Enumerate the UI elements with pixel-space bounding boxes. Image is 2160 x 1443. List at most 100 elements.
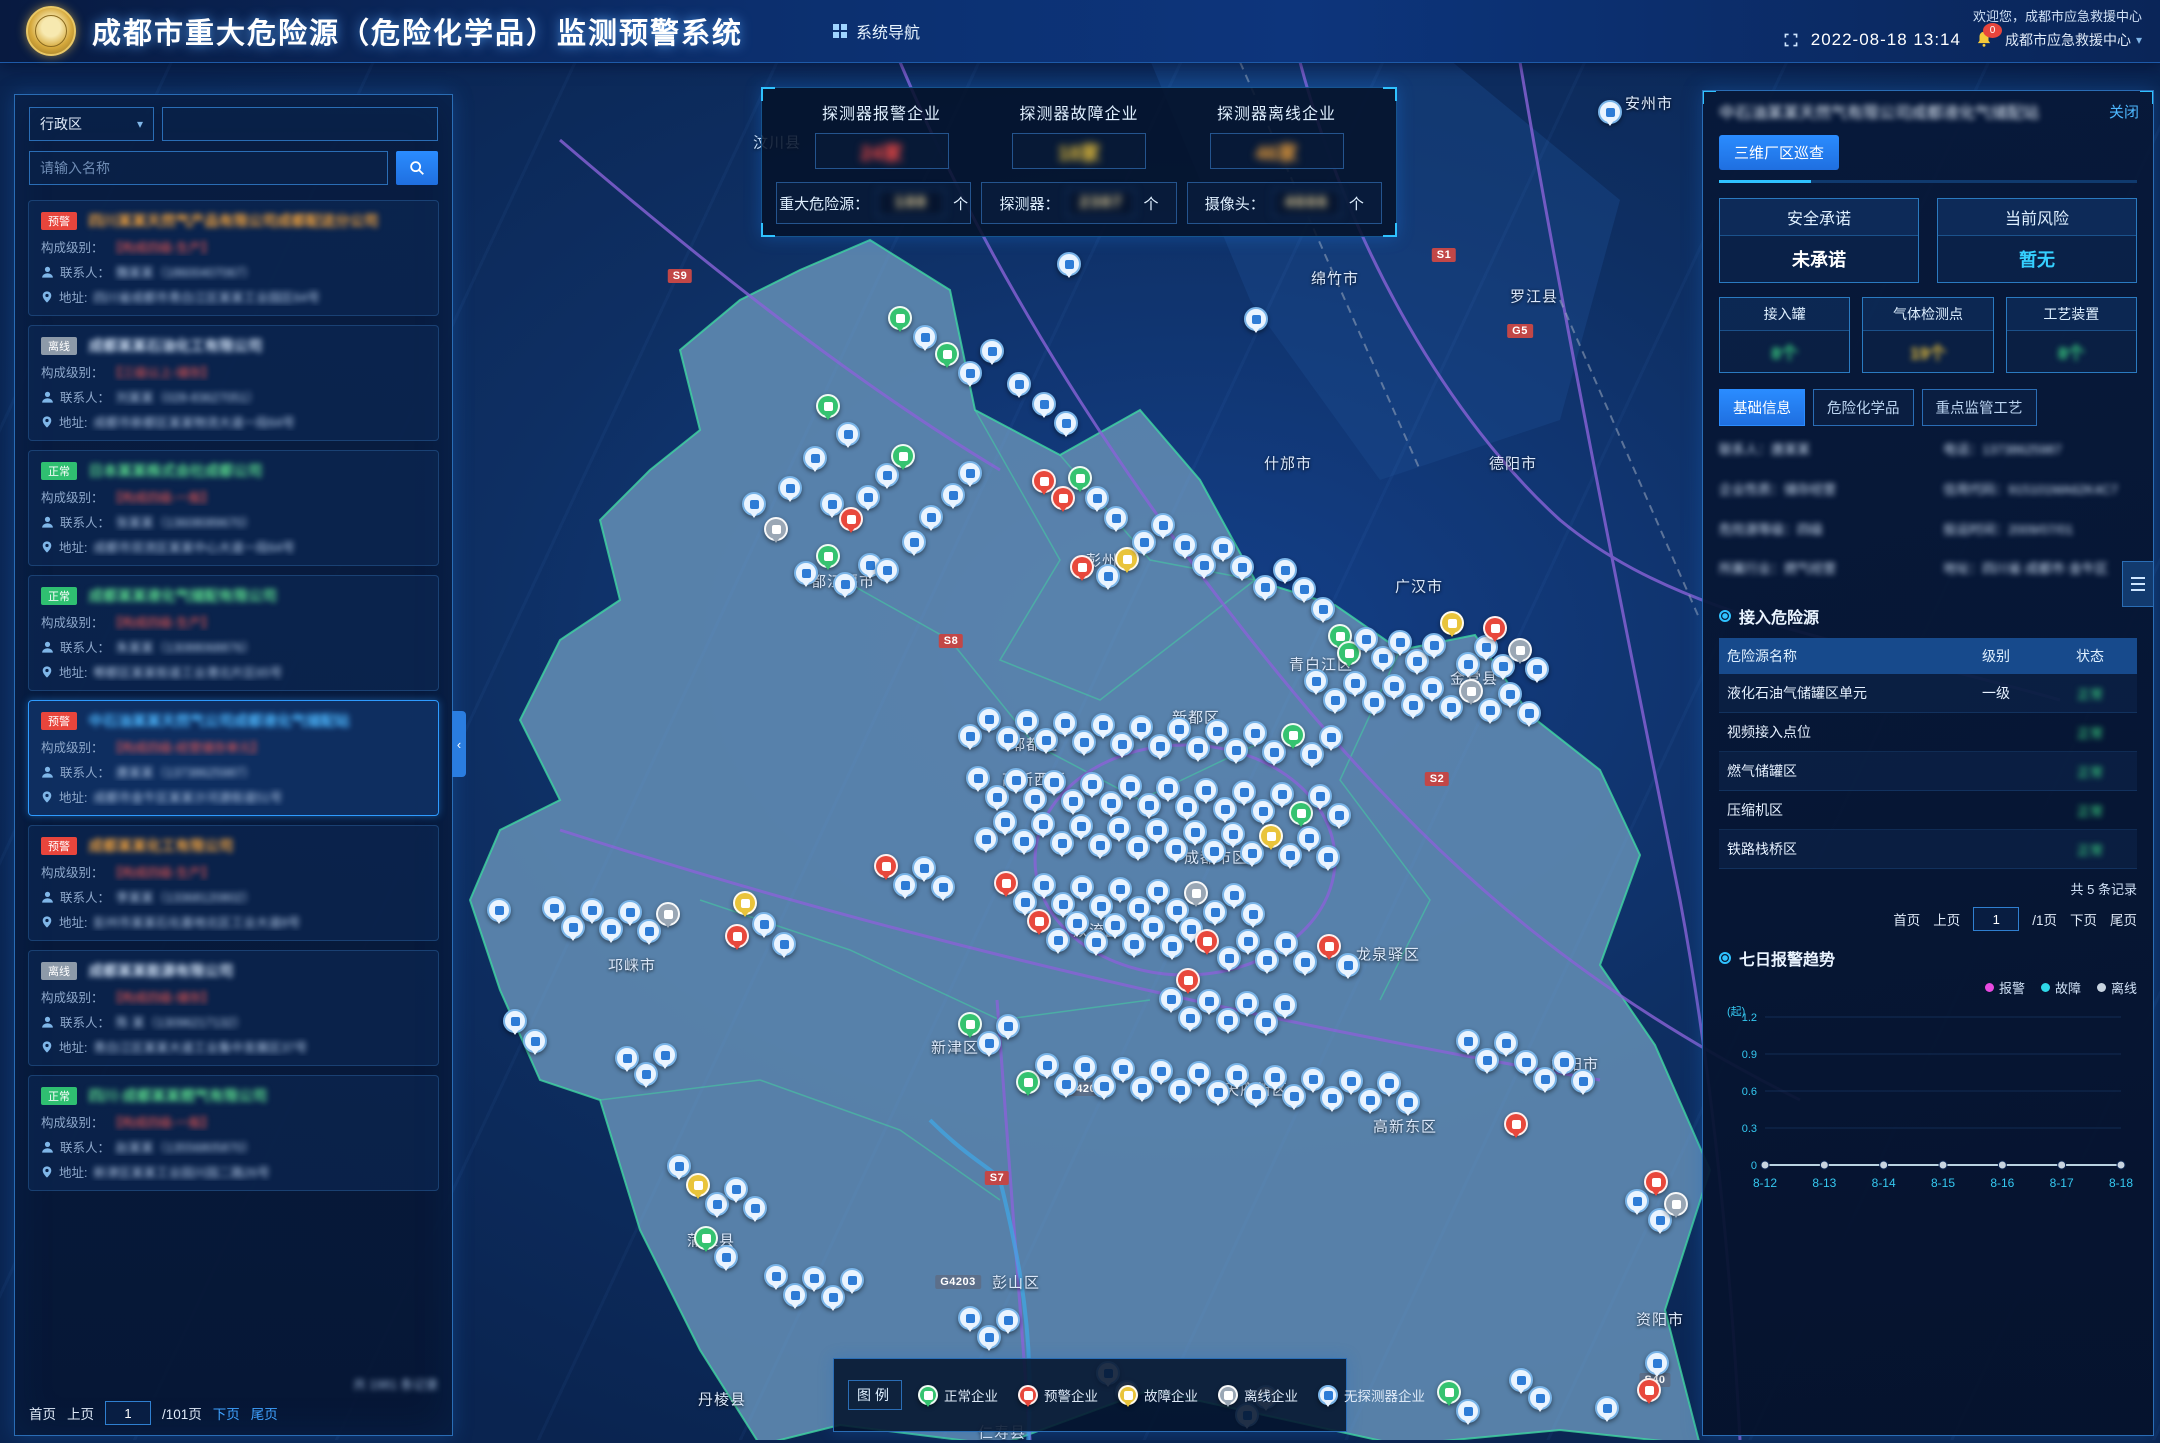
tab-0[interactable]: 基础信息 — [1719, 389, 1805, 426]
map-marker-b[interactable] — [1032, 873, 1056, 897]
map-marker-b[interactable] — [1099, 791, 1123, 815]
map-marker-b[interactable] — [1319, 725, 1343, 749]
map-marker-b[interactable] — [1137, 793, 1161, 817]
map-marker-b[interactable] — [1103, 913, 1127, 937]
map-marker-b[interactable] — [1178, 1006, 1202, 1030]
map-marker-b[interactable] — [958, 361, 982, 385]
map-marker-y[interactable] — [1259, 824, 1283, 848]
map-marker-b[interactable] — [1084, 930, 1108, 954]
map-marker-b[interactable] — [1146, 879, 1170, 903]
map-marker-b[interactable] — [1498, 682, 1522, 706]
map-marker-b[interactable] — [778, 476, 802, 500]
map-marker-w[interactable] — [656, 902, 680, 926]
map-marker-b[interactable] — [1382, 674, 1406, 698]
map-marker-b[interactable] — [1420, 676, 1444, 700]
map-marker-b[interactable] — [1278, 843, 1302, 867]
map-marker-b[interactable] — [941, 483, 965, 507]
map-marker-b[interactable] — [996, 1014, 1020, 1038]
map-marker-b[interactable] — [1230, 555, 1254, 579]
map-marker-b[interactable] — [742, 492, 766, 516]
map-marker-b[interactable] — [902, 530, 926, 554]
map-marker-b[interactable] — [912, 856, 936, 880]
first-page-link[interactable]: 首页 — [1893, 909, 1920, 929]
company-card[interactable]: 正常 成都某某液化气储配有限公司 构成级别：【构成四级-生产】 联系人：朱某某（… — [28, 575, 439, 691]
map-marker-b[interactable] — [1186, 736, 1210, 760]
map-marker-b[interactable] — [523, 1029, 547, 1053]
map-marker-b[interactable] — [1151, 513, 1175, 537]
map-marker-g[interactable] — [694, 1226, 718, 1250]
map-marker-b[interactable] — [821, 1285, 845, 1309]
system-nav-button[interactable]: 系统导航 — [833, 19, 920, 43]
map-marker-b[interactable] — [772, 932, 796, 956]
company-card[interactable]: 预警 中石油某某天然气公司成都液化气储配站 构成级别：【构成四级-经营储存单元】… — [28, 700, 439, 816]
map-marker-g[interactable] — [935, 342, 959, 366]
map-marker-g[interactable] — [1289, 801, 1313, 825]
map-marker-b[interactable] — [1273, 993, 1297, 1017]
page-number-input[interactable] — [105, 1401, 151, 1425]
map-marker-b[interactable] — [1168, 1078, 1192, 1102]
map-marker-b[interactable] — [1042, 770, 1066, 794]
map-marker-b[interactable] — [919, 505, 943, 529]
map-marker-b[interactable] — [1148, 734, 1172, 758]
prev-page-link[interactable]: 上页 — [1933, 909, 1960, 929]
map-marker-b[interactable] — [1478, 698, 1502, 722]
fullscreen-icon[interactable] — [1783, 32, 1799, 48]
map-marker-b[interactable] — [1156, 776, 1180, 800]
map-marker-b[interactable] — [1514, 1050, 1538, 1074]
map-marker-b[interactable] — [1494, 1031, 1518, 1055]
map-marker-r[interactable] — [994, 871, 1018, 895]
map-marker-b[interactable] — [1091, 713, 1115, 737]
map-marker-b[interactable] — [1065, 911, 1089, 935]
map-marker-b[interactable] — [1224, 738, 1248, 762]
map-marker-b[interactable] — [977, 1325, 1001, 1349]
company-card[interactable]: 离线 成都某某石油化工有限公司 构成级别：【三级以上-储存】 联系人：刘某某（0… — [28, 325, 439, 441]
map-marker-b[interactable] — [996, 726, 1020, 750]
map-marker-b[interactable] — [996, 1308, 1020, 1332]
expand-list-button[interactable] — [2122, 561, 2153, 607]
map-marker-b[interactable] — [1401, 693, 1425, 717]
district-input[interactable] — [162, 107, 438, 141]
map-marker-r[interactable] — [1504, 1112, 1528, 1136]
map-marker-b[interactable] — [615, 1046, 639, 1070]
map-marker-b[interactable] — [1525, 657, 1549, 681]
map-marker-b[interactable] — [1192, 553, 1216, 577]
map-marker-b[interactable] — [1211, 536, 1235, 560]
map-marker-b[interactable] — [1343, 671, 1367, 695]
map-marker-w[interactable] — [764, 517, 788, 541]
org-menu[interactable]: 成都市应急救援中心 ▾ — [2005, 30, 2142, 50]
map-marker-b[interactable] — [802, 1266, 826, 1290]
map-marker-g[interactable] — [1016, 1070, 1040, 1094]
map-marker-b[interactable] — [1197, 989, 1221, 1013]
map-marker-r[interactable] — [1051, 486, 1075, 510]
table-row[interactable]: 视频接入点位 正常 — [1719, 713, 2137, 752]
map-marker-b[interactable] — [1456, 652, 1480, 676]
map-marker-b[interactable] — [1354, 627, 1378, 651]
map-marker-b[interactable] — [1023, 787, 1047, 811]
map-marker-b[interactable] — [1358, 1088, 1382, 1112]
map-marker-b[interactable] — [1422, 633, 1446, 657]
map-marker-b[interactable] — [1625, 1189, 1649, 1213]
map-marker-b[interactable] — [1241, 902, 1265, 926]
map-marker-b[interactable] — [1509, 1368, 1533, 1392]
map-marker-b[interactable] — [1475, 1048, 1499, 1072]
next-page-link[interactable]: 下页 — [2070, 909, 2097, 929]
map-marker-y[interactable] — [1440, 611, 1464, 635]
map-marker-b[interactable] — [958, 724, 982, 748]
map-marker-b[interactable] — [1339, 1069, 1363, 1093]
map-marker-b[interactable] — [1088, 833, 1112, 857]
map-marker-b[interactable] — [958, 461, 982, 485]
map-marker-b[interactable] — [1304, 669, 1328, 693]
map-marker-b[interactable] — [1217, 946, 1241, 970]
map-marker-b[interactable] — [913, 325, 937, 349]
map-marker-b[interactable] — [1122, 932, 1146, 956]
map-marker-b[interactable] — [1202, 839, 1226, 863]
map-marker-b[interactable] — [1183, 820, 1207, 844]
search-input[interactable] — [29, 151, 388, 185]
map-marker-b[interactable] — [1080, 772, 1104, 796]
map-marker-r[interactable] — [1483, 616, 1507, 640]
company-card[interactable]: 正常 日本某某株式会社成都公司 构成级别：【构成四级-一般】 联系人：张某某（1… — [28, 450, 439, 566]
map-marker-r[interactable] — [725, 924, 749, 948]
map-marker-g[interactable] — [1437, 1380, 1461, 1404]
map-marker-b[interactable] — [1297, 826, 1321, 850]
table-row[interactable]: 液化石油气储罐区单元 一级 正常 — [1719, 674, 2137, 713]
